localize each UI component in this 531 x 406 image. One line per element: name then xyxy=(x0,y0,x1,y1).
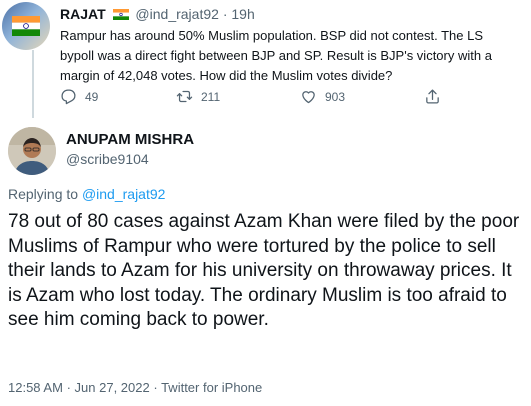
replying-to: Replying to @ind_rajat92 xyxy=(8,186,165,202)
parent-handle[interactable]: @ind_rajat92 xyxy=(135,6,219,22)
avatar-flag-icon xyxy=(12,16,40,36)
parent-name[interactable]: RAJAT xyxy=(60,6,106,22)
author-avatar[interactable] xyxy=(8,127,56,175)
tweet-time[interactable]: 12:58 AM xyxy=(8,380,63,395)
reply-icon xyxy=(61,89,76,105)
like-icon xyxy=(302,91,315,104)
parent-header: RAJAT @ind_rajat92 · 19h xyxy=(60,6,255,22)
retweet-count: 211 xyxy=(201,89,221,104)
parent-time[interactable]: 19h xyxy=(231,6,254,22)
tweet-source[interactable]: Twitter for iPhone xyxy=(161,380,262,395)
reply-button[interactable]: 49 xyxy=(60,88,98,105)
meta-separator-2: · xyxy=(153,380,158,395)
thread-line xyxy=(32,50,34,118)
share-icon xyxy=(426,89,439,104)
like-button[interactable]: 903 xyxy=(300,88,345,105)
tweet-meta: 12:58 AM · Jun 27, 2022 · Twitter for iP… xyxy=(8,380,262,395)
share-button[interactable] xyxy=(424,88,441,105)
reply-count: 49 xyxy=(85,89,99,104)
tweet-date[interactable]: Jun 27, 2022 xyxy=(75,380,150,395)
author-photo xyxy=(8,127,56,175)
main-tweet-text: 78 out of 80 cases against Azam Khan wer… xyxy=(8,211,520,330)
parent-separator: · xyxy=(222,6,228,22)
parent-tweet[interactable]: RAJAT @ind_rajat92 · 19h Rampur has arou… xyxy=(0,0,531,118)
author-name[interactable]: ANUPAM MISHRA xyxy=(66,131,194,148)
india-flag-icon xyxy=(112,9,129,20)
parent-text: Rampur has around 50% Muslim population.… xyxy=(60,28,492,83)
like-count: 903 xyxy=(325,89,346,104)
meta-separator-1: · xyxy=(66,380,71,395)
retweet-button[interactable]: 211 xyxy=(176,88,220,105)
replying-mention-link[interactable]: @ind_rajat92 xyxy=(82,186,166,202)
parent-avatar[interactable] xyxy=(2,2,50,50)
parent-action-bar: 49 211 903 xyxy=(60,88,460,108)
author-handle[interactable]: @scribe9104 xyxy=(66,151,149,167)
retweet-icon xyxy=(176,90,193,103)
replying-prefix: Replying to xyxy=(8,186,79,202)
